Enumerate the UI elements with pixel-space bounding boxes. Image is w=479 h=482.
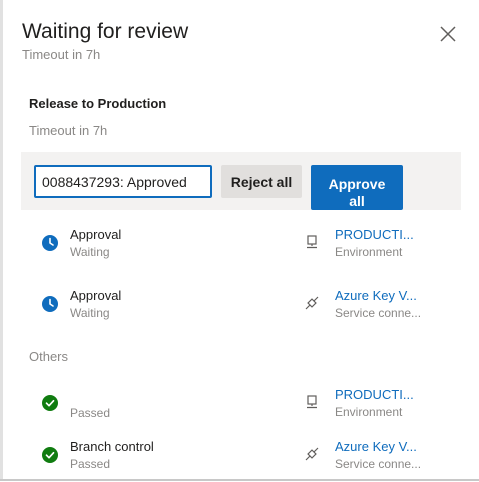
close-icon <box>440 26 456 42</box>
check-row[interactable]: Branch control Passed Azure Key V... Ser… <box>0 438 479 482</box>
clock-icon <box>42 235 58 251</box>
check-status: Waiting <box>70 245 110 259</box>
resource-link[interactable]: PRODUCTI... <box>335 387 414 402</box>
resource-type: Service conne... <box>335 457 422 471</box>
close-button[interactable] <box>436 22 460 46</box>
stage-timeout: Timeout in 7h <box>29 123 108 138</box>
resource-link[interactable]: PRODUCTI... <box>335 227 414 242</box>
approve-label-continued: all <box>349 192 365 209</box>
approve-all-button[interactable]: Approve all <box>311 165 403 210</box>
approval-comment-input[interactable] <box>34 165 212 198</box>
check-row[interactable]: Passed PRODUCTI... Environment <box>0 386 479 430</box>
check-name: Branch control <box>70 439 154 454</box>
check-name: Approval <box>70 227 122 242</box>
others-section-label: Others <box>29 349 69 364</box>
stage-title: Release to Production <box>29 96 167 111</box>
check-status: Passed <box>70 406 111 420</box>
check-status: Waiting <box>70 306 110 320</box>
resource-type: Environment <box>335 405 403 419</box>
dialog-title: Waiting for review <box>22 20 189 43</box>
dialog-subtitle: Timeout in 7h <box>22 47 101 62</box>
check-row[interactable]: Approval Waiting Azure Key V... Service … <box>0 287 479 331</box>
environment-icon <box>307 235 317 249</box>
plug-icon <box>305 296 319 310</box>
resource-type: Environment <box>335 245 403 259</box>
resource-link[interactable]: Azure Key V... <box>335 288 417 303</box>
environment-icon <box>307 395 317 409</box>
plug-icon <box>305 447 319 461</box>
reject-all-button[interactable]: Reject all <box>221 165 302 198</box>
check-name: Approval <box>70 288 122 303</box>
resource-type: Service conne... <box>335 306 422 320</box>
resource-link[interactable]: Azure Key V... <box>335 439 417 454</box>
check-status: Passed <box>70 457 111 471</box>
check-circle-icon <box>42 447 58 463</box>
clock-icon <box>42 296 58 312</box>
check-circle-icon <box>42 395 58 411</box>
approve-label: Approve <box>328 175 386 192</box>
check-row[interactable]: Approval Waiting PRODUCTI... Environment <box>0 226 479 270</box>
